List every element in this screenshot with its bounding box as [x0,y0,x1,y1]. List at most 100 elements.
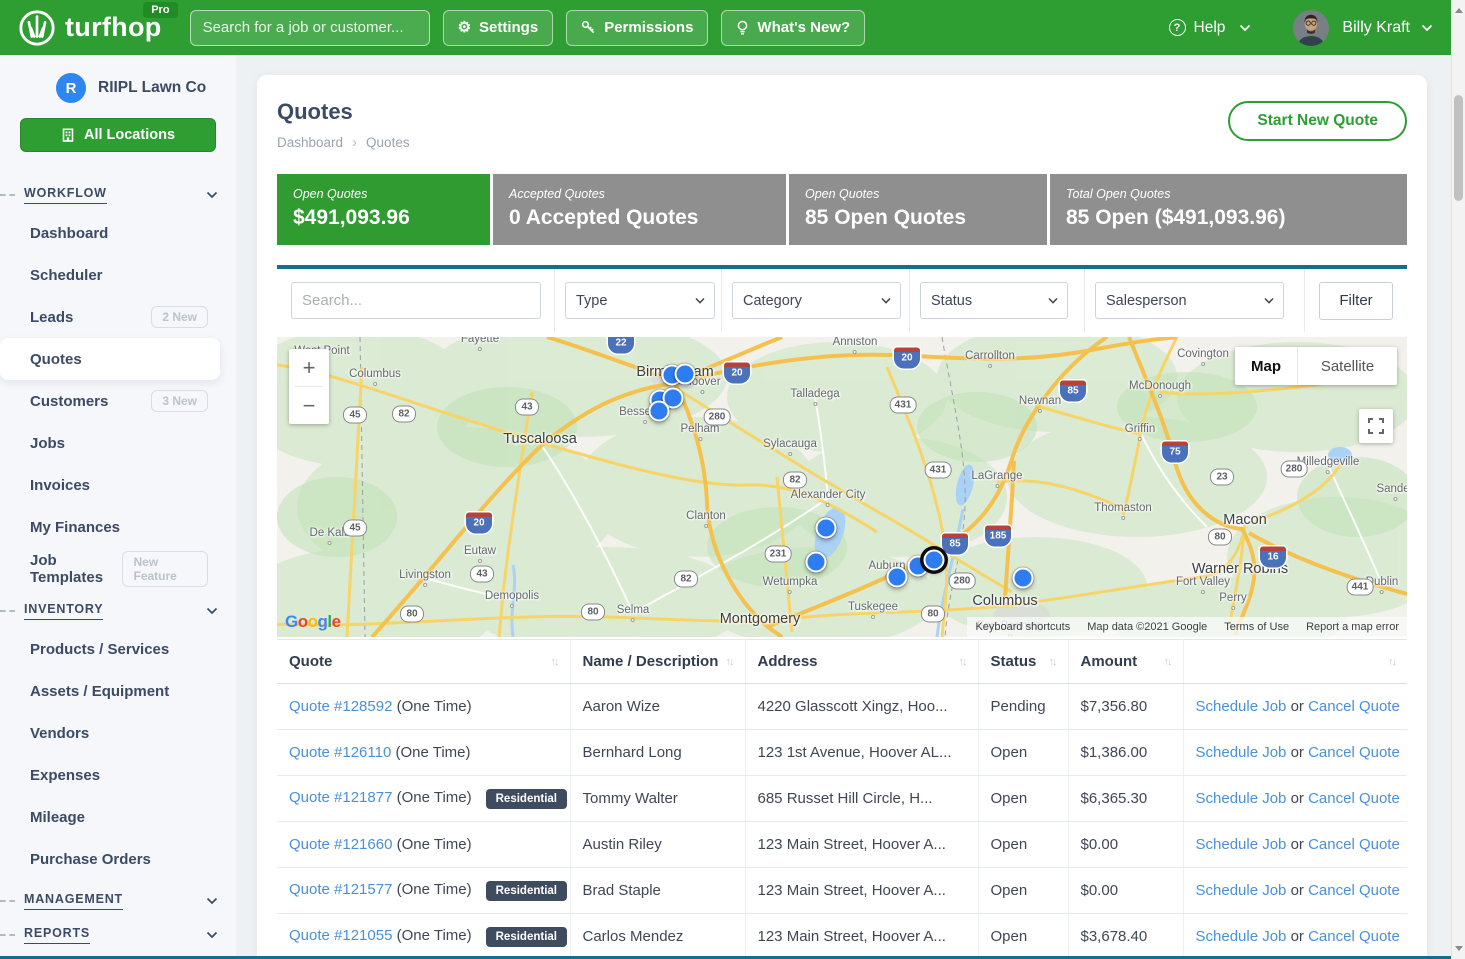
cancel-quote-link[interactable]: Cancel Quote [1308,744,1400,761]
scroll-down-arrow[interactable] [1452,941,1465,956]
settings-button[interactable]: ⚙ Settings [443,10,554,46]
quote-link[interactable]: Quote #121055 [289,927,392,944]
city-dot [423,583,427,587]
keyboard-shortcuts-link[interactable]: Keyboard shortcuts [975,621,1070,633]
map-marker[interactable] [1013,568,1034,589]
cancel-quote-link[interactable]: Cancel Quote [1308,882,1400,899]
help-menu[interactable]: ? Help [1169,19,1252,37]
sort-icon: ↑↓ [1388,656,1395,668]
column-header-quote[interactable]: Quote↑↓ [277,640,570,684]
sidebar-item-leads[interactable]: Leads2 New [0,296,220,338]
sidebar-section-reports[interactable]: REPORTS [0,922,236,948]
avatar[interactable] [1293,10,1329,46]
us-route-shield-280: 280 [1281,461,1308,478]
report-map-error-link[interactable]: Report a map error [1306,621,1399,633]
sidebar: R RIIPL Lawn Co All Locations WORKFLOW Da… [0,55,236,956]
cancel-quote-link[interactable]: Cancel Quote [1308,928,1400,945]
sidebar-item-jobs[interactable]: Jobs [0,422,220,464]
sidebar-item-invoices[interactable]: Invoices [0,464,220,506]
column-header-name[interactable]: Name / Description↑↓ [570,640,745,684]
schedule-job-link[interactable]: Schedule Job [1196,882,1287,899]
breadcrumb-dashboard[interactable]: Dashboard [277,135,343,150]
column-header-status[interactable]: Status↑↓ [978,640,1068,684]
satellite-view-button[interactable]: Satellite [1297,347,1397,385]
sidebar-item-customers[interactable]: Customers3 New [0,380,220,422]
city-dot [510,604,514,608]
google-logo[interactable]: Google [285,612,341,632]
sidebar-item-dashboard[interactable]: Dashboard [0,212,220,254]
page-scrollbar[interactable] [1451,0,1465,959]
sidebar-item-scheduler[interactable]: Scheduler [0,254,220,296]
schedule-job-link[interactable]: Schedule Job [1196,790,1287,807]
quote-link[interactable]: Quote #121877 [289,789,392,806]
company-row[interactable]: R RIIPL Lawn Co [0,73,236,103]
cancel-quote-link[interactable]: Cancel Quote [1308,790,1400,807]
column-header-actions[interactable]: ↑↓ [1183,640,1407,684]
start-new-quote-button[interactable]: Start New Quote [1228,101,1407,141]
sidebar-section-management[interactable]: MANAGEMENT [0,888,236,914]
cancel-quote-link[interactable]: Cancel Quote [1308,698,1400,715]
quotes-search-input[interactable] [291,282,541,319]
amount: $1,386.00 [1068,730,1183,776]
quote-link[interactable]: Quote #121660 [289,836,392,853]
map-marker[interactable] [806,552,827,573]
sidebar-item-quotes[interactable]: Quotes [0,338,220,380]
dropdown-status-select[interactable]: Status [920,282,1068,319]
cancel-quote-link[interactable]: Cancel Quote [1308,836,1400,853]
map-marker[interactable] [887,567,908,588]
customer-name: Tommy Walter [570,776,745,822]
sidebar-item-badge: New Feature [122,551,208,587]
column-header-address[interactable]: Address↑↓ [745,640,978,684]
city-name: Selma [617,604,650,616]
map[interactable]: FayetteWest PointColumbusTuscaloosaBirmi… [277,337,1407,637]
address: 123 Main Street, Hoover A... [745,868,978,914]
map-marker[interactable] [675,364,696,385]
us-route-shield-82: 82 [783,472,807,489]
schedule-job-link[interactable]: Schedule Job [1196,928,1287,945]
brand-logo[interactable]: turfhop Pro [18,9,162,47]
customer-name: Carlos Mendez [570,914,745,957]
map-marker[interactable] [816,518,837,539]
map-marker[interactable] [649,401,670,422]
sidebar-item-vendors[interactable]: Vendors [0,712,220,754]
quote-type-label: (One Time) [392,836,471,853]
fullscreen-button[interactable] [1359,409,1393,443]
map-view-button[interactable]: Map [1235,347,1297,385]
scroll-up-arrow[interactable] [1452,3,1465,18]
map-city-label-clanton: Clanton [686,510,726,528]
filter-button[interactable]: Filter [1319,282,1393,320]
sidebar-item-mileage[interactable]: Mileage [0,796,220,838]
scrollbar-thumb[interactable] [1454,95,1463,201]
map-marker-selected[interactable] [924,550,945,571]
sidebar-section-inventory[interactable]: INVENTORY [0,598,236,624]
sidebar-item-assets-equipment[interactable]: Assets / Equipment [0,670,220,712]
schedule-job-link[interactable]: Schedule Job [1196,698,1287,715]
dropdown-type-select[interactable]: Type [565,282,715,319]
sidebar-item-purchase-orders[interactable]: Purchase Orders [0,838,220,880]
terms-of-use-link[interactable]: Terms of Use [1224,621,1289,633]
quote-type-label: (One Time) [392,789,471,806]
global-search-input[interactable] [190,10,430,46]
all-locations-button[interactable]: All Locations [20,118,216,152]
whats-new-button[interactable]: What's New? [721,10,865,46]
or-label: or [1286,744,1308,761]
quote-link[interactable]: Quote #121577 [289,881,392,898]
zoom-in-button[interactable]: + [289,349,329,386]
sidebar-section-workflow[interactable]: WORKFLOW [0,182,236,208]
city-name: Eutaw [464,545,496,557]
quote-link[interactable]: Quote #126110 [289,744,391,761]
user-menu[interactable]: Billy Kraft [1342,19,1433,37]
permissions-button[interactable]: Permissions [566,10,708,46]
schedule-job-link[interactable]: Schedule Job [1196,836,1287,853]
sidebar-item-products-services[interactable]: Products / Services [0,628,220,670]
sidebar-item-job-templates[interactable]: Job TemplatesNew Feature [0,548,220,590]
sidebar-item-expenses[interactable]: Expenses [0,754,220,796]
key-icon [581,20,596,35]
column-header-amount[interactable]: Amount↑↓ [1068,640,1183,684]
sidebar-item-my-finances[interactable]: My Finances [0,506,220,548]
dropdown-salesperson-select[interactable]: Salesperson [1095,282,1284,319]
dropdown-category-select[interactable]: Category [732,282,901,319]
schedule-job-link[interactable]: Schedule Job [1196,744,1287,761]
quote-link[interactable]: Quote #128592 [289,698,392,715]
zoom-out-button[interactable]: − [289,387,329,424]
